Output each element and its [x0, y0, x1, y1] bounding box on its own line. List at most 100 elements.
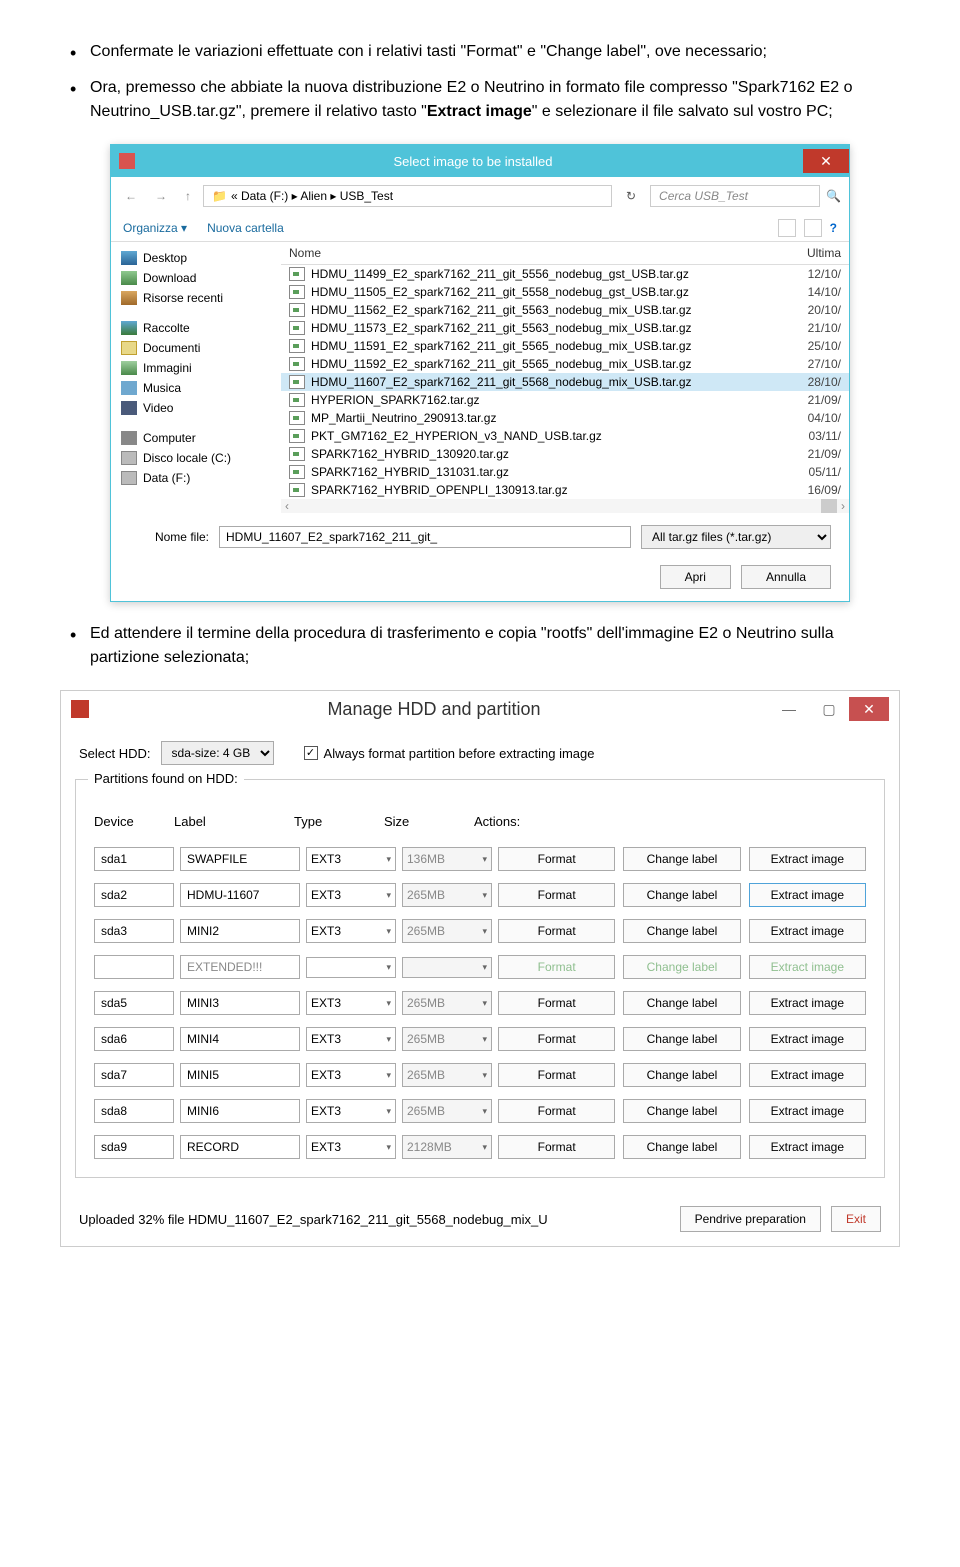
device-input[interactable]: [94, 919, 174, 943]
file-row[interactable]: HDMU_11591_E2_spark7162_211_git_5565_nod…: [281, 337, 849, 355]
sidebar-video[interactable]: Video: [117, 398, 275, 418]
sidebar-images[interactable]: Immagini: [117, 358, 275, 378]
format-button[interactable]: Format: [498, 1099, 615, 1123]
sidebar-dataf[interactable]: Data (F:): [117, 468, 275, 488]
file-row[interactable]: HDMU_11607_E2_spark7162_211_git_5568_nod…: [281, 373, 849, 391]
device-input[interactable]: [94, 847, 174, 871]
sidebar-recent[interactable]: Risorse recenti: [117, 288, 275, 308]
search-icon[interactable]: 🔍: [826, 189, 841, 203]
label-input[interactable]: [180, 1099, 300, 1123]
file-row[interactable]: SPARK7162_HYBRID_OPENPLI_130913.tar.gz16…: [281, 481, 849, 499]
type-select[interactable]: EXT3▾: [306, 1099, 396, 1123]
sidebar-computer[interactable]: Computer: [117, 428, 275, 448]
change-label-button[interactable]: Change label: [623, 1099, 740, 1123]
type-select[interactable]: EXT3▾: [306, 883, 396, 907]
file-row[interactable]: SPARK7162_HYBRID_130920.tar.gz21/09/: [281, 445, 849, 463]
select-hdd[interactable]: sda-size: 4 GB: [161, 741, 274, 765]
pendrive-button[interactable]: Pendrive preparation: [680, 1206, 821, 1232]
maximize-button[interactable]: ▢: [809, 697, 849, 721]
file-row[interactable]: HDMU_11505_E2_spark7162_211_git_5558_nod…: [281, 283, 849, 301]
always-format-checkbox[interactable]: ✓ Always format partition before extract…: [304, 746, 595, 761]
file-row[interactable]: HDMU_11562_E2_spark7162_211_git_5563_nod…: [281, 301, 849, 319]
format-button[interactable]: Format: [498, 1135, 615, 1159]
extract-image-button[interactable]: Extract image: [749, 1099, 866, 1123]
extract-image-button[interactable]: Extract image: [749, 847, 866, 871]
sidebar-localdisk[interactable]: Disco locale (C:): [117, 448, 275, 468]
device-input[interactable]: [94, 1099, 174, 1123]
sidebar-desktop[interactable]: Desktop: [117, 248, 275, 268]
change-label-button[interactable]: Change label: [623, 919, 740, 943]
extract-image-button[interactable]: Extract image: [749, 1027, 866, 1051]
type-select[interactable]: EXT3▾: [306, 1063, 396, 1087]
label-input[interactable]: [180, 1063, 300, 1087]
file-row[interactable]: SPARK7162_HYBRID_131031.tar.gz05/11/: [281, 463, 849, 481]
extract-image-button[interactable]: Extract image: [749, 919, 866, 943]
format-button[interactable]: Format: [498, 919, 615, 943]
extract-image-button[interactable]: Extract image: [749, 1063, 866, 1087]
view-icon[interactable]: [804, 219, 822, 237]
type-select[interactable]: ▾: [306, 957, 396, 978]
refresh-button[interactable]: ↻: [618, 187, 644, 205]
file-row[interactable]: HYPERION_SPARK7162.tar.gz21/09/: [281, 391, 849, 409]
sidebar-documents[interactable]: Documenti: [117, 338, 275, 358]
forward-button[interactable]: →: [149, 187, 173, 205]
label-input[interactable]: [180, 847, 300, 871]
type-select[interactable]: EXT3▾: [306, 991, 396, 1015]
change-label-button[interactable]: Change label: [623, 883, 740, 907]
device-input[interactable]: [94, 991, 174, 1015]
type-select[interactable]: EXT3▾: [306, 847, 396, 871]
label-input[interactable]: [180, 919, 300, 943]
extract-image-button[interactable]: Extract image: [749, 955, 866, 979]
scrollbar[interactable]: ‹›: [281, 499, 849, 513]
path-input[interactable]: 📁« Data (F:) ▸ Alien ▸ USB_Test: [203, 185, 612, 207]
label-input[interactable]: [180, 883, 300, 907]
change-label-button[interactable]: Change label: [623, 955, 740, 979]
file-row[interactable]: HDMU_11592_E2_spark7162_211_git_5565_nod…: [281, 355, 849, 373]
extract-image-button[interactable]: Extract image: [749, 883, 866, 907]
new-folder-button[interactable]: Nuova cartella: [207, 221, 284, 235]
help-icon[interactable]: ?: [830, 221, 837, 235]
sidebar-music[interactable]: Musica: [117, 378, 275, 398]
exit-button[interactable]: Exit: [831, 1206, 881, 1232]
device-input[interactable]: [94, 1027, 174, 1051]
label-input[interactable]: [180, 1027, 300, 1051]
device-input[interactable]: [94, 883, 174, 907]
minimize-button[interactable]: —: [769, 697, 809, 721]
cancel-button[interactable]: Annulla: [741, 565, 831, 589]
file-row[interactable]: PKT_GM7162_E2_HYPERION_v3_NAND_USB.tar.g…: [281, 427, 849, 445]
close-button[interactable]: ✕: [849, 697, 889, 721]
type-select[interactable]: EXT3▾: [306, 1027, 396, 1051]
label-input[interactable]: [180, 991, 300, 1015]
label-input[interactable]: [180, 1135, 300, 1159]
format-button[interactable]: Format: [498, 1027, 615, 1051]
label-input[interactable]: [180, 955, 300, 979]
change-label-button[interactable]: Change label: [623, 847, 740, 871]
filename-input[interactable]: [219, 526, 631, 548]
up-button[interactable]: ↑: [179, 187, 197, 205]
device-input[interactable]: [94, 955, 174, 979]
change-label-button[interactable]: Change label: [623, 1063, 740, 1087]
sidebar-collections[interactable]: Raccolte: [117, 318, 275, 338]
filter-select[interactable]: All tar.gz files (*.tar.gz): [641, 525, 831, 549]
extract-image-button[interactable]: Extract image: [749, 1135, 866, 1159]
format-button[interactable]: Format: [498, 883, 615, 907]
format-button[interactable]: Format: [498, 847, 615, 871]
view-buttons[interactable]: [778, 219, 822, 237]
change-label-button[interactable]: Change label: [623, 1135, 740, 1159]
search-input[interactable]: Cerca USB_Test: [650, 185, 820, 207]
view-icon[interactable]: [778, 219, 796, 237]
close-button[interactable]: [803, 149, 849, 173]
change-label-button[interactable]: Change label: [623, 1027, 740, 1051]
device-input[interactable]: [94, 1063, 174, 1087]
file-row[interactable]: MP_Martii_Neutrino_290913.tar.gz04/10/: [281, 409, 849, 427]
back-button[interactable]: ←: [119, 187, 143, 205]
format-button[interactable]: Format: [498, 1063, 615, 1087]
file-row[interactable]: HDMU_11573_E2_spark7162_211_git_5563_nod…: [281, 319, 849, 337]
type-select[interactable]: EXT3▾: [306, 919, 396, 943]
extract-image-button[interactable]: Extract image: [749, 991, 866, 1015]
format-button[interactable]: Format: [498, 955, 615, 979]
type-select[interactable]: EXT3▾: [306, 1135, 396, 1159]
organize-menu[interactable]: Organizza ▾: [123, 221, 187, 235]
open-button[interactable]: Apri: [660, 565, 731, 589]
sidebar-download[interactable]: Download: [117, 268, 275, 288]
